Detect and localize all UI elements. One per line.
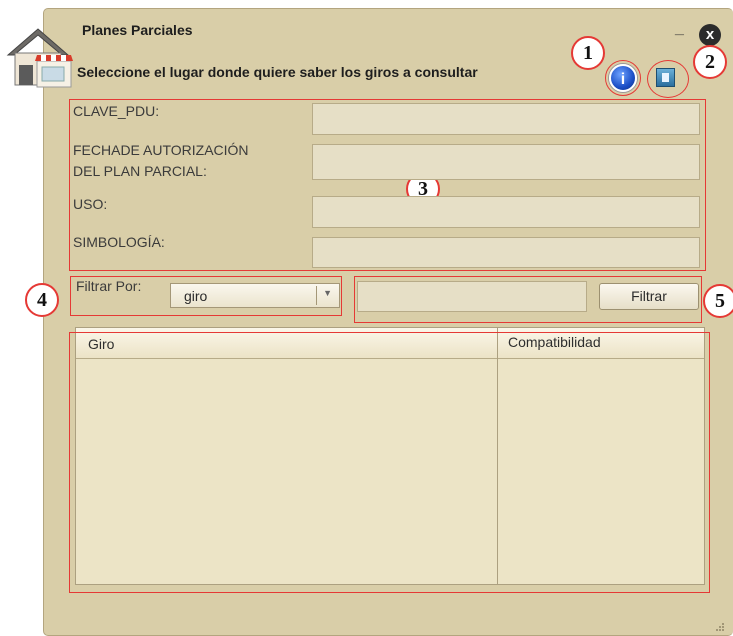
callout-1: 1 <box>571 36 605 70</box>
callout-5: 5 <box>703 284 733 318</box>
select-divider <box>316 286 317 305</box>
filter-by-label: Filtrar Por: <box>76 278 142 294</box>
filter-by-select[interactable]: giro ▼ <box>170 283 340 308</box>
simbologia-field <box>312 237 700 268</box>
minimize-button[interactable]: _ <box>675 20 684 38</box>
export-icon[interactable] <box>656 68 675 87</box>
resize-grip-icon[interactable] <box>715 622 725 632</box>
filter-by-selected-value: giro <box>184 288 208 304</box>
simbologia-label: SIMBOLOGÍA: <box>73 234 165 250</box>
house-shop-icon <box>6 28 73 88</box>
callout-4: 4 <box>25 283 59 317</box>
info-icon[interactable]: i <box>609 64 637 92</box>
instruction-text: Seleccione el lugar donde quiere saber l… <box>77 64 478 80</box>
callout-2: 2 <box>693 45 727 79</box>
fecha-label-line1: FECHADE AUTORIZACIÓN <box>73 142 249 158</box>
clave-label: CLAVE_PDU: <box>73 103 160 119</box>
window-title: Planes Parciales <box>82 22 193 38</box>
uso-label: USO: <box>73 196 108 212</box>
filter-text-input[interactable] <box>357 281 587 312</box>
close-icon[interactable]: x <box>699 24 721 46</box>
results-table-outline <box>69 332 710 593</box>
clave-field <box>312 103 700 135</box>
fecha-field <box>312 144 700 180</box>
fecha-label-line2: DEL PLAN PARCIAL: <box>73 163 207 179</box>
uso-field <box>312 196 700 228</box>
filter-button[interactable]: Filtrar <box>599 283 699 310</box>
chevron-down-icon: ▼ <box>323 288 332 298</box>
